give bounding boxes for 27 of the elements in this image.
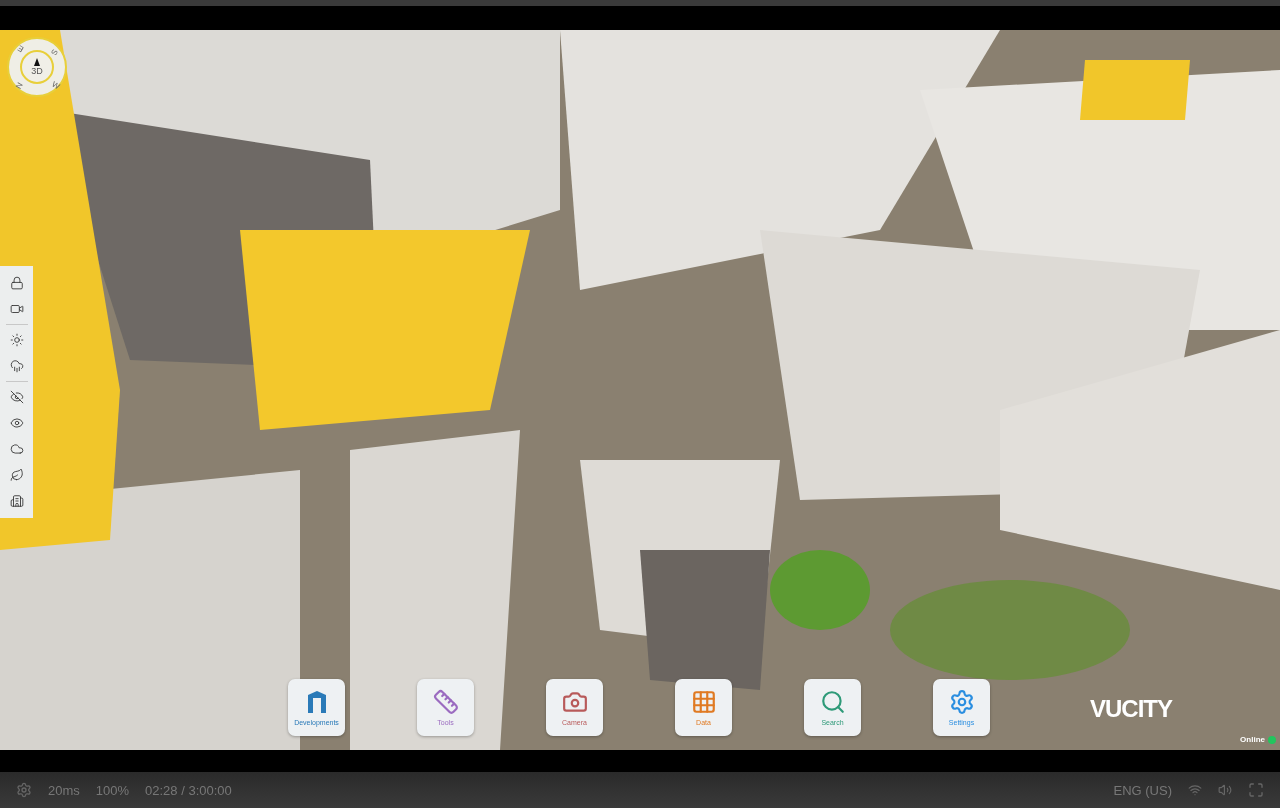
compass-direction: W bbox=[50, 79, 62, 92]
sun-icon[interactable] bbox=[9, 333, 24, 347]
ruler-icon bbox=[432, 689, 459, 715]
eye-off-icon[interactable] bbox=[9, 390, 24, 404]
leaf-icon[interactable] bbox=[9, 468, 24, 482]
compass-direction: N bbox=[13, 80, 25, 91]
settings-icon[interactable] bbox=[16, 782, 32, 798]
language-label[interactable]: ENG (US) bbox=[1113, 782, 1172, 798]
status-label: Online bbox=[1240, 735, 1265, 744]
eye-icon[interactable] bbox=[9, 416, 24, 430]
search-icon bbox=[819, 689, 846, 715]
north-arrow-icon bbox=[34, 58, 40, 66]
compass[interactable]: E S W N 3D bbox=[6, 36, 68, 98]
taskbar-text: 02:28 / 3:00:00 bbox=[145, 782, 232, 798]
compass-direction: E bbox=[16, 43, 26, 54]
grid-icon bbox=[690, 689, 717, 715]
settings-icon bbox=[948, 689, 975, 715]
video-icon[interactable] bbox=[9, 302, 24, 316]
view-mode-label: 3D bbox=[31, 66, 43, 76]
taskbar-text: 100% bbox=[95, 782, 130, 798]
lock-icon[interactable] bbox=[9, 276, 24, 290]
camera-icon bbox=[561, 689, 588, 715]
logo: VUCITY bbox=[1090, 695, 1172, 723]
buildings-icon[interactable] bbox=[9, 494, 24, 508]
compass-direction: S bbox=[49, 47, 60, 58]
rain-cloud-icon[interactable] bbox=[9, 359, 24, 373]
taskbar-text: 20ms bbox=[48, 782, 80, 798]
